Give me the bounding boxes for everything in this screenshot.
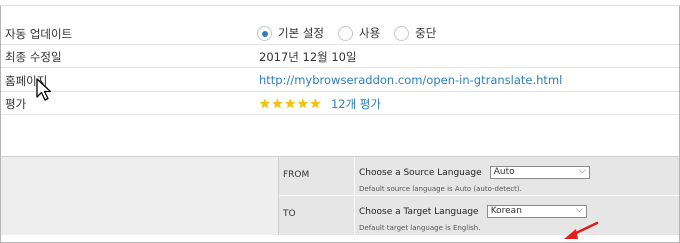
red-arrow-icon bbox=[564, 221, 599, 239]
chevron-down-icon: ⌵ bbox=[578, 166, 586, 176]
radio-default[interactable]: 기본 설정 bbox=[257, 25, 324, 41]
homepage-link[interactable]: http://mybrowseraddon.com/open-in-gtrans… bbox=[259, 73, 562, 87]
star-icon: ★ bbox=[271, 97, 284, 112]
radio-default-label: 기본 설정 bbox=[278, 26, 324, 40]
radio-enable-label: 사용 bbox=[358, 26, 381, 40]
homepage-row: 홈페이지 http://mybrowseraddon.com/open-in-g… bbox=[1, 69, 679, 92]
rating-count-link[interactable]: 12개 평가 bbox=[331, 97, 381, 111]
rating-row: 평가 ★ ★ ★ ★ ★ 12개 평가 bbox=[1, 92, 679, 115]
auto-update-row: 자동 업데이트 기본 설정 사용 중단 bbox=[1, 22, 679, 45]
auto-update-radio-group: 기본 설정 사용 중단 bbox=[257, 25, 444, 41]
source-language-hint: Default source language is Auto (auto-de… bbox=[359, 185, 522, 193]
radio-enable[interactable]: 사용 bbox=[337, 25, 381, 41]
auto-update-label: 자동 업데이트 bbox=[5, 27, 73, 41]
last-modified-label: 최종 수정일 bbox=[5, 50, 62, 64]
top-divider bbox=[0, 0, 680, 6]
radio-disable-label: 중단 bbox=[415, 26, 437, 40]
target-language-hint: Default target language is English. bbox=[359, 224, 481, 232]
source-language-prompt: Choose a Source Language bbox=[359, 167, 482, 178]
to-key: TO bbox=[279, 196, 355, 235]
source-language-row: FROM Choose a Source Language Auto ⌵ Def… bbox=[279, 157, 679, 196]
target-language-value: Korean bbox=[490, 206, 522, 216]
radio-enable-icon[interactable] bbox=[337, 25, 353, 41]
target-language-cell: Choose a Target Language Korean ⌵ Defaul… bbox=[359, 201, 587, 232]
rating-stars: ★ ★ ★ ★ ★ bbox=[259, 98, 321, 111]
last-modified-row: 최종 수정일 2017년 12월 10일 bbox=[1, 45, 679, 68]
star-icon: ★ bbox=[284, 97, 296, 112]
target-language-prompt: Choose a Target Language bbox=[359, 206, 479, 217]
rating-label: 평가 bbox=[5, 97, 27, 111]
target-language-row: TO Choose a Target Language Korean ⌵ Def… bbox=[279, 196, 679, 235]
source-language-cell: Choose a Source Language Auto ⌵ Default … bbox=[359, 162, 590, 193]
star-icon: ★ bbox=[309, 97, 322, 112]
star-icon: ★ bbox=[296, 97, 309, 112]
rating-value: ★ ★ ★ ★ ★ 12개 평가 bbox=[259, 96, 381, 112]
chevron-down-icon: ⌵ bbox=[575, 205, 583, 215]
last-modified-value: 2017년 12월 10일 bbox=[259, 50, 357, 64]
language-table: FROM Choose a Source Language Auto ⌵ Def… bbox=[278, 157, 679, 235]
target-language-select[interactable]: Korean ⌵ bbox=[486, 205, 587, 218]
radio-disable-icon[interactable] bbox=[394, 25, 410, 41]
from-key: FROM bbox=[279, 157, 355, 196]
source-language-value: Auto bbox=[493, 167, 515, 177]
source-language-select[interactable]: Auto ⌵ bbox=[489, 166, 590, 179]
radio-disable[interactable]: 중단 bbox=[394, 25, 436, 41]
star-icon: ★ bbox=[259, 97, 271, 112]
mouse-pointer-icon bbox=[36, 78, 52, 101]
radio-default-icon[interactable] bbox=[257, 25, 272, 41]
